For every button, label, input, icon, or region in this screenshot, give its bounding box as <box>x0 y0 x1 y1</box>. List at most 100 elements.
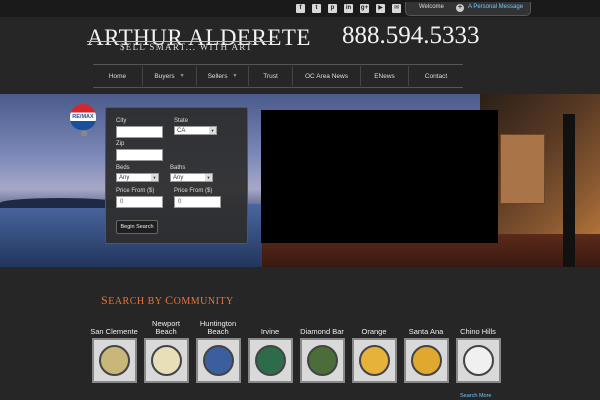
heading-cap: C <box>165 293 174 307</box>
hero-island <box>0 198 120 208</box>
community-huntington-beach[interactable]: Huntington Beach <box>194 320 242 383</box>
state-label: State <box>174 118 189 124</box>
city-seal-icon <box>254 345 286 376</box>
city-seal-icon <box>150 345 182 376</box>
community-name: Chino Hills <box>460 327 496 336</box>
price-to-label: Price From ($) <box>174 188 213 194</box>
community-name: Newport Beach <box>152 319 180 336</box>
plus-icon[interactable]: + <box>456 4 464 12</box>
personal-message-link[interactable]: A Personal Message <box>468 4 523 10</box>
youtube-icon[interactable]: ▶ <box>376 4 385 13</box>
beds-select[interactable]: Any ▼ <box>116 173 159 182</box>
beds-value: Any <box>119 175 130 181</box>
community-name: Irvine <box>260 327 280 336</box>
community-irvine[interactable]: Irvine <box>246 320 294 383</box>
nav-label: OC Area News <box>305 72 348 80</box>
baths-label: Baths <box>170 165 186 171</box>
twitter-icon[interactable]: t <box>312 4 321 13</box>
nav-buyers[interactable]: Buyers ▼ <box>143 66 197 86</box>
nav-oc-area-news[interactable]: OC Area News <box>293 66 361 86</box>
remax-balloon-logo: RE/MAX <box>70 104 98 138</box>
search-more-link[interactable]: Search More <box>460 393 492 399</box>
community-name: Orange <box>361 327 387 336</box>
search-by-community-heading: SEARCH BY COMMUNITY <box>101 293 234 308</box>
top-utility-bar: f t p in g+ ▶ ✉ Welcome + A Personal Mes… <box>0 0 600 17</box>
balloon-basket <box>81 131 87 136</box>
zip-label: Zip <box>116 141 125 147</box>
facebook-icon[interactable]: f <box>296 4 305 13</box>
community-seal-frame[interactable] <box>351 338 397 383</box>
state-value: CA <box>177 128 186 134</box>
city-seal-icon <box>98 345 130 376</box>
hero-stone-wall <box>500 134 545 204</box>
linkedin-icon[interactable]: in <box>344 4 353 13</box>
nav-enews[interactable]: ENews <box>361 66 409 86</box>
property-search-panel: City State CA ▼ Zip Beds Any ▼ Baths Any ▼ … <box>105 107 248 244</box>
community-seal-frame[interactable] <box>195 338 241 383</box>
city-seal-icon <box>462 345 494 376</box>
nav-label: Buyers <box>154 72 175 80</box>
price-from-input[interactable]: 0 <box>116 196 163 208</box>
social-links: f t p in g+ ▶ ✉ <box>296 4 401 13</box>
phone-number[interactable]: 888.594.5333 <box>342 22 480 50</box>
nav-top-border <box>93 64 463 65</box>
hero-pillar <box>563 114 575 267</box>
nav-label: ENews <box>374 72 395 80</box>
chevron-down-icon: ▼ <box>151 174 158 181</box>
balloon-icon: RE/MAX <box>70 104 96 130</box>
nav-label: Sellers <box>207 72 228 80</box>
community-orange[interactable]: Orange <box>350 320 398 383</box>
community-seal-frame[interactable] <box>403 338 449 383</box>
nav-trust[interactable]: Trust <box>249 66 293 86</box>
city-label: City <box>116 118 127 124</box>
community-diamond-bar[interactable]: Diamond Bar <box>298 320 346 383</box>
baths-select[interactable]: Any ▼ <box>170 173 213 182</box>
chevron-down-icon: ▼ <box>179 73 185 79</box>
community-name: Diamond Bar <box>300 327 344 336</box>
brand-tagline: $ELL SMART... WITH ART <box>120 42 253 52</box>
price-to-input[interactable]: 0 <box>174 196 221 208</box>
community-seal-frame[interactable] <box>247 338 293 383</box>
community-santa-ana[interactable]: Santa Ana <box>402 320 450 383</box>
community-san-clemente[interactable]: San Clemente <box>90 320 138 383</box>
city-seal-icon <box>358 345 390 376</box>
community-seal-frame[interactable] <box>299 338 345 383</box>
nav-label: Trust <box>263 72 278 80</box>
community-chino-hills[interactable]: Chino Hills <box>454 320 502 383</box>
welcome-tab: Welcome + A Personal Message <box>405 2 531 16</box>
baths-value: Any <box>173 175 184 181</box>
begin-search-button[interactable]: Begin Search <box>116 220 158 234</box>
video-player[interactable] <box>261 110 498 243</box>
nav-home[interactable]: Home <box>93 66 143 86</box>
community-seal-frame[interactable] <box>143 338 189 383</box>
community-name: Huntington Beach <box>199 319 237 336</box>
community-name: Santa Ana <box>408 327 444 336</box>
pinterest-icon[interactable]: p <box>328 4 337 13</box>
city-input[interactable] <box>116 126 163 138</box>
state-select[interactable]: CA ▼ <box>174 126 217 135</box>
email-icon[interactable]: ✉ <box>392 4 401 13</box>
community-newport-beach[interactable]: Newport Beach <box>142 320 190 383</box>
city-seal-icon <box>306 345 338 376</box>
city-seal-icon <box>410 345 442 376</box>
nav-label: Contact <box>424 72 448 80</box>
city-seal-icon <box>202 345 234 376</box>
heading-text: OMMUNITY <box>173 296 234 307</box>
hero-banner: RE/MAX <box>0 94 600 267</box>
chevron-down-icon: ▼ <box>205 174 212 181</box>
chevron-down-icon: ▼ <box>209 127 216 134</box>
community-seal-frame[interactable] <box>455 338 501 383</box>
chevron-down-icon: ▼ <box>232 73 238 79</box>
nav-sellers[interactable]: Sellers ▼ <box>197 66 249 86</box>
heading-text: EARCH BY <box>108 296 166 307</box>
nav-bottom-border <box>93 87 463 88</box>
main-nav: Home Buyers ▼ Sellers ▼ Trust OC Area News… <box>93 66 463 86</box>
nav-contact[interactable]: Contact <box>409 66 463 86</box>
googleplus-icon[interactable]: g+ <box>360 4 369 13</box>
remax-logo-text: RE/MAX <box>71 114 95 120</box>
community-name: San Clemente <box>90 327 138 336</box>
community-seal-frame[interactable] <box>91 338 137 383</box>
zip-input[interactable] <box>116 149 163 161</box>
welcome-text: Welcome <box>419 4 444 10</box>
price-from-label: Price From ($) <box>116 188 155 194</box>
